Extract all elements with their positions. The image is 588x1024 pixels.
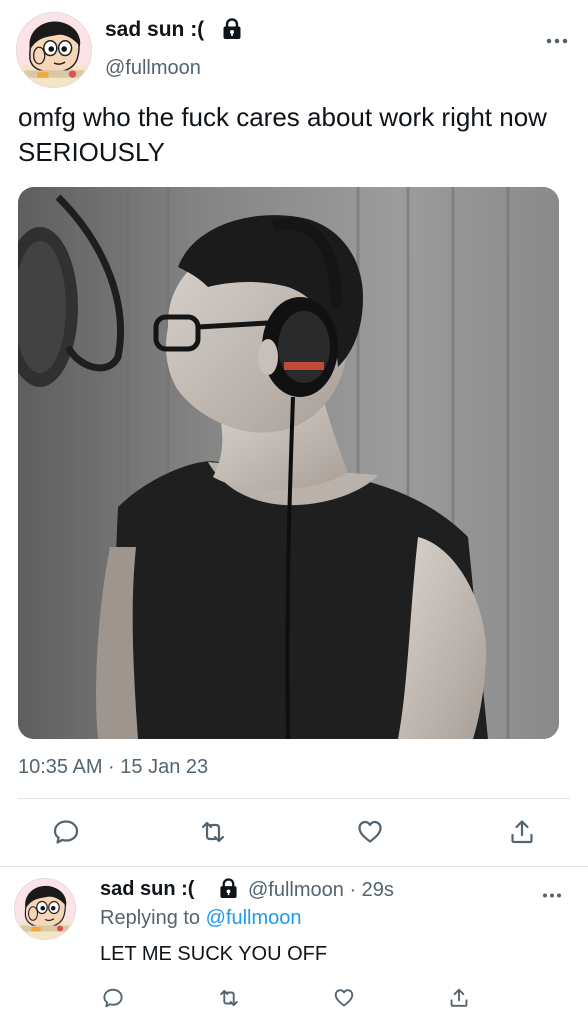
comment-icon[interactable] [52,818,80,846]
author-handle[interactable]: @fullmoon [105,57,201,80]
main-tweet: sad sun :( @fullmoon omfg who the fuck c… [0,0,588,866]
reply-more-options-icon[interactable] [542,886,562,898]
cartoon-boy-avatar-icon [17,13,91,87]
cartoon-boy-avatar-icon [15,879,75,939]
share-icon[interactable] [508,818,536,846]
tweet-text: omfg who the fuck cares about work right… [18,102,547,167]
lock-icon [222,18,242,40]
lock-icon [219,878,238,899]
action-bar-divider [18,798,570,799]
tweet-thread: sad sun :( @fullmoon omfg who the fuck c… [0,0,588,1024]
share-icon[interactable] [448,987,470,1009]
reply-handle-and-time[interactable]: @fullmoon · 29s [248,879,394,902]
reply-text: LET ME SUCK YOU OFF [100,943,328,965]
photo-man-with-headphones-icon [18,187,559,739]
retweet-icon[interactable] [199,818,227,846]
tweet-photo[interactable] [18,187,559,739]
heart-icon[interactable] [356,818,384,846]
more-options-icon[interactable] [546,32,568,44]
tweet-separator [0,866,588,867]
replying-to-mention-link[interactable]: @fullmoon [206,907,302,929]
reply-author-avatar[interactable] [14,878,76,940]
reply-author-display-name[interactable]: sad sun :( [100,878,194,901]
comment-icon[interactable] [102,987,124,1009]
author-avatar[interactable] [16,12,92,88]
replying-to-label: Replying to [100,907,201,929]
tweet-timestamp[interactable]: 10:35 AM · 15 Jan 23 [18,756,208,779]
retweet-icon[interactable] [218,987,240,1009]
author-display-name[interactable]: sad sun :( [105,18,204,42]
replying-to-line: Replying to @fullmoon [100,907,302,930]
heart-icon[interactable] [333,987,355,1009]
